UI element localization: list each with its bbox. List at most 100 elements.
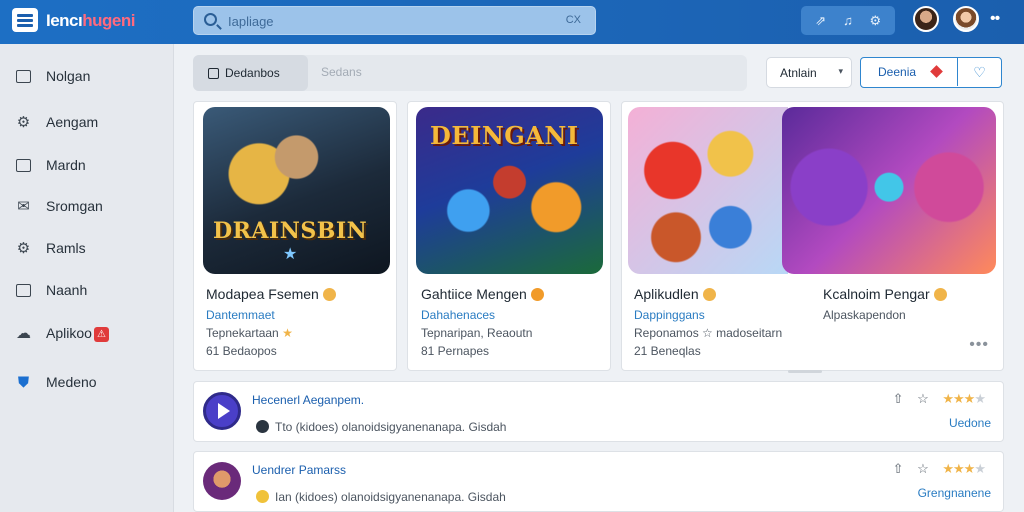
sidebar-item-aengam[interactable]: ⚙ Aengam [0, 104, 174, 140]
dashboard-icon [208, 67, 219, 79]
gear-icon: ⚙ [16, 114, 31, 131]
app-card[interactable]: DRAINSBIN ★ Modapea Fsemen Dantemmaet Te… [193, 101, 397, 371]
star-outline-icon[interactable]: ☆ [917, 461, 929, 476]
user-avatar [256, 420, 269, 433]
list-item-subtitle: Tto (kidoes) olanoidsigyanenanapa. Gisda… [256, 420, 506, 434]
chevron-down-icon: ▾ [838, 66, 843, 76]
card-developer[interactable]: Dappinggans [634, 308, 705, 322]
thumbs-up-icon[interactable]: ⇧ [893, 461, 904, 476]
badge-icon [933, 288, 947, 301]
heart-icon[interactable]: ♡ [958, 58, 1001, 86]
card-meta: Reponamos ☆ madoseitarn [634, 326, 783, 340]
sidebar-item-ramls[interactable]: ⚙ Ramls [0, 230, 174, 266]
alert-badge: ⚠ [93, 326, 109, 342]
card-count: 21 Beneqlas [634, 344, 701, 358]
split-button-label: Deenia [878, 65, 917, 79]
star-outline-icon[interactable]: ☆ [917, 391, 929, 406]
sidebar-item-label: Aplikoo ⚠ [46, 325, 109, 342]
badge-icon [530, 288, 544, 301]
shield-icon: ⛊ [17, 373, 30, 391]
toolbar-icon-group: ⇗ ♫ ⚙ [801, 6, 895, 35]
list-item-title[interactable]: Uendrer Pamarss [252, 463, 346, 477]
app-artwork: DRAINSBIN ★ [203, 107, 390, 274]
sidebar-item-sromgan[interactable]: ✉ Sromgan [0, 188, 174, 224]
chart-icon [15, 282, 32, 299]
search-shortcut: CX [565, 14, 581, 26]
rating-stars: ★★★★ [942, 391, 986, 406]
more-options-icon[interactable]: •• [990, 10, 1000, 28]
list-item-subtitle: Ian (kidoes) olanoidsigyanenanapa. Gisda… [256, 490, 506, 504]
sidebar-item-label: Nolgan [46, 68, 91, 84]
emoji-icon [256, 490, 269, 503]
card-developer[interactable]: Alpaskapendon [823, 308, 906, 322]
card-title: Aplikudlen [634, 286, 716, 302]
split-button: Deenia ♡ [860, 57, 1002, 88]
card-count: 81 Pernapes [421, 344, 490, 358]
sidebar-item-mardn[interactable]: Mardn [0, 147, 174, 183]
logo-text-part2: hugeni [82, 11, 135, 30]
sidebar-item-nolgan[interactable]: Nolgan [0, 58, 174, 94]
status-link[interactable]: Uedone [949, 416, 991, 430]
list-item-actions: ⇧ ☆ ★★★★ [893, 391, 986, 407]
app-artwork [628, 107, 788, 274]
list-item[interactable]: Uendrer Pamarss Ian (kidoes) olanoidsigy… [193, 451, 1004, 512]
sidebar-item-label: Sromgan [46, 198, 103, 214]
sidebar-item-naanh[interactable]: Naanh [0, 272, 174, 308]
app-logo[interactable]: Iencıhugeni [46, 11, 135, 31]
thumbs-up-icon[interactable]: ⇧ [893, 391, 904, 406]
sidebar-item-aplikoo[interactable]: ☁ Aplikoo ⚠ [0, 315, 174, 351]
card-count: 61 Bedaopos [206, 344, 277, 358]
sidebar-item-label: Aengam [46, 114, 99, 130]
card-developer[interactable]: Dahahenaces [421, 308, 495, 322]
app-artwork [782, 107, 996, 274]
tab-dedanbos[interactable]: Dedanbos [193, 55, 308, 91]
sort-dropdown[interactable]: Atnlain ▾ [766, 57, 852, 88]
share-icon[interactable]: ⇗ [810, 10, 832, 32]
card-title: Modapea Fsemen [206, 286, 336, 302]
sidebar-item-label: Mardn [46, 157, 86, 173]
box-icon [15, 157, 32, 174]
tab-label: Dedanbos [225, 66, 280, 80]
tab-sedans[interactable]: Sedans [321, 65, 362, 79]
sidebar-item-label: Naanh [46, 282, 88, 298]
gear-icon: ⚙ [16, 240, 31, 257]
card-developer[interactable]: Dantemmaet [206, 308, 275, 322]
search-input[interactable] [228, 11, 548, 31]
carousel-scrollbar[interactable] [788, 370, 822, 373]
sidebar-item-label: Medeno [46, 374, 97, 390]
deenia-button[interactable]: Deenia [861, 58, 958, 86]
grid-icon [15, 68, 32, 85]
cloud-icon: ☁ [16, 325, 31, 342]
app-card-wide[interactable]: Aplikudlen Dappinggans Reponamos ☆ mados… [621, 101, 1004, 371]
status-link[interactable]: Grengnanene [918, 486, 991, 500]
list-item-actions: ⇧ ☆ ★★★★ [893, 461, 986, 477]
app-icon [203, 462, 241, 500]
secondary-avatar[interactable] [953, 6, 979, 32]
logo-text-part1: Iencı [46, 11, 83, 30]
card-title: Gahtiice Mengen [421, 286, 544, 302]
user-avatar[interactable] [913, 6, 939, 32]
search-bar[interactable]: CX [193, 6, 596, 35]
badge-icon [322, 288, 336, 301]
star-icon: ★ [283, 246, 298, 263]
menu-icon[interactable] [12, 8, 38, 32]
app-card[interactable]: DEINGANI Gahtiice Mengen Dahahenaces Tep… [407, 101, 611, 371]
rating-stars: ★★★★ [942, 461, 986, 476]
artwork-title: DEINGANI [430, 121, 579, 150]
bell-icon[interactable]: ♫ [837, 10, 859, 32]
artwork-title: DRAINSBIN [213, 218, 368, 244]
badge-icon [702, 288, 716, 301]
list-item[interactable]: Hecenerl Aeganpem. Tto (kidoes) olanoids… [193, 381, 1004, 442]
card-meta: Tepnaripan, Reaoutn [421, 326, 533, 340]
star-icon: ★ [282, 326, 293, 340]
search-icon [204, 13, 217, 26]
card-title: Kcalnoim Pengar [823, 286, 947, 302]
mail-icon: ✉ [17, 198, 30, 215]
app-artwork: DEINGANI [416, 107, 603, 274]
sidebar: Nolgan ⚙ Aengam Mardn ✉ Sromgan ⚙ Ramls … [0, 44, 174, 512]
settings-icon[interactable]: ⚙ [864, 10, 886, 32]
list-item-title[interactable]: Hecenerl Aeganpem. [252, 393, 364, 407]
sort-label: Atnlain [780, 65, 817, 80]
more-options-icon[interactable]: ••• [969, 336, 989, 354]
sidebar-item-medeno[interactable]: ⛊ Medeno [0, 364, 174, 400]
